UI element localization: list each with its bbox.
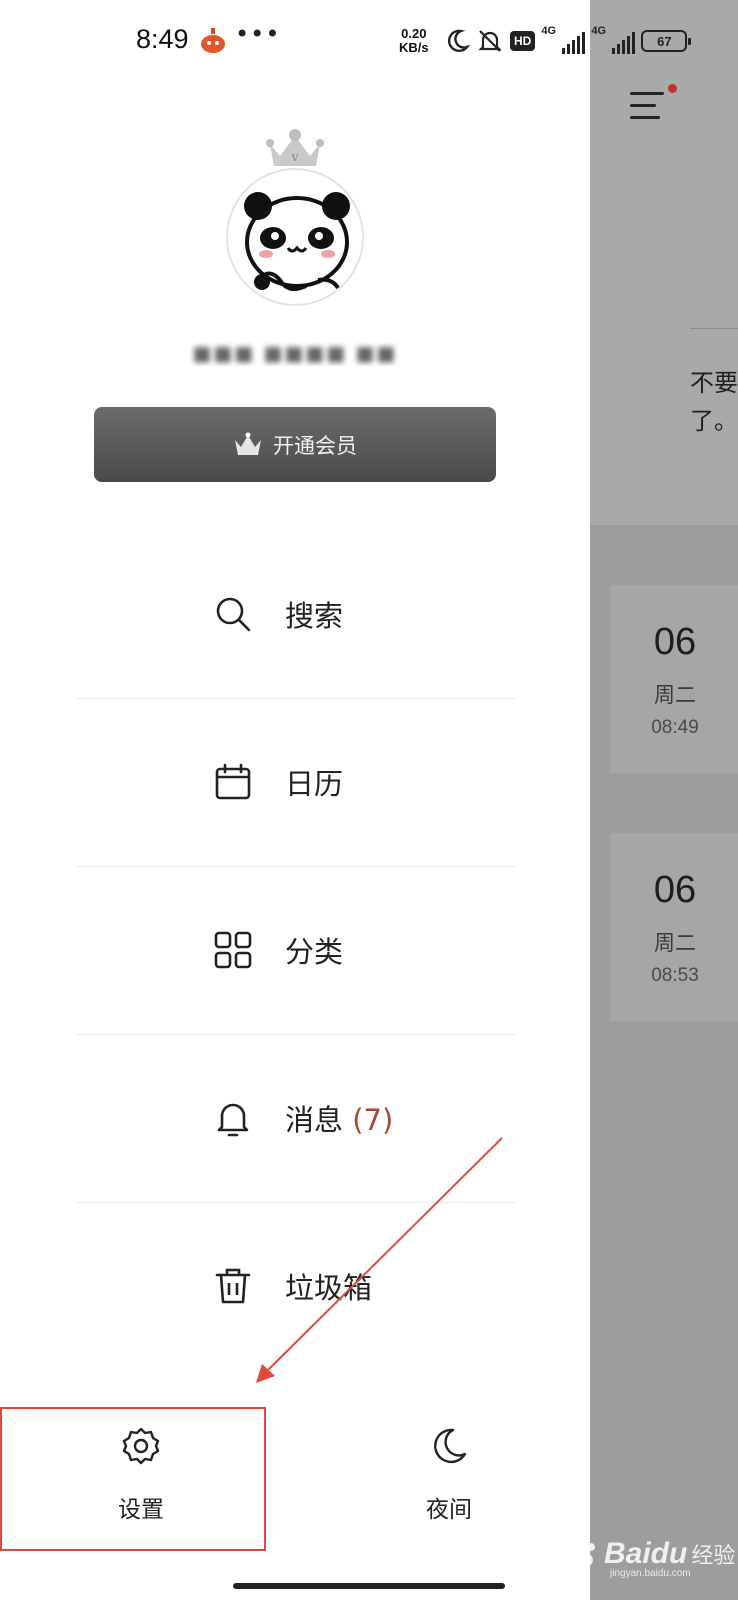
moon-icon [434,1428,467,1464]
menu-item-calendar[interactable]: 日历 [76,698,516,866]
menu-item-category[interactable]: 分类 [76,866,516,1034]
more-notifications-icon: ••• [235,20,281,48]
menu-item-trash[interactable]: 垃圾箱 [76,1202,516,1370]
panda-avatar-icon [244,192,350,291]
menu-item-label: 消息 (7) [285,1097,393,1139]
night-mode-label: 夜间 [426,1497,472,1523]
menu-item-label: 垃圾箱 [285,1271,373,1305]
notification-dot [668,84,677,93]
menu-icon[interactable] [630,88,670,128]
network-speed-unit: KB/s [399,40,429,55]
menu-item-label: 日历 [285,767,344,801]
trash-icon [215,1268,251,1304]
open-vip-label: 开通会员 [273,433,357,458]
calendar-icon [215,763,251,800]
watermark: Baidu 经验 jingyan.baidu.com [566,1534,736,1579]
paw-logo-icon [571,1539,595,1568]
messages-count-badge: (7) [352,1103,394,1137]
note-date-card[interactable]: 06 周二 08:49 [610,585,738,773]
menu-item-label: 分类 [285,935,344,969]
settings-button[interactable]: 设置 [61,1410,221,1523]
side-drawer: 8:49 ••• 0.20 KB/s HD 4G 4G 67 V ■■■ ■■■… [0,0,692,1600]
username: ■■■ ■■■■ ■■ [186,340,404,366]
battery-icon: 67 [641,30,692,52]
note-snippet-line: 了。 [690,407,738,435]
hd-badge: HD [510,31,536,51]
crown-icon: V [266,129,324,166]
vip-crown-icon [235,432,261,455]
status-time: 8:49 [136,24,189,54]
search-icon [216,597,251,632]
watermark-url: jingyan.baidu.com [610,1568,691,1579]
note-date-card[interactable]: 06 周二 08:53 [610,833,738,1021]
note-time: 08:53 [651,965,699,986]
status-bar: 8:49 ••• 0.20 KB/s HD 4G 4G 67 [0,0,692,80]
settings-label: 设置 [118,1497,164,1523]
avatar[interactable] [226,168,364,306]
menu-item-messages[interactable]: 消息 (7) [76,1034,516,1202]
signal-icon: 4G [591,25,636,54]
note-day: 06 [653,621,697,663]
watermark-suffix: 经验 [691,1543,736,1568]
watermark-brand: Baidu [604,1537,688,1570]
note-snippet-line: 不要 [690,369,738,397]
gear-icon [122,1427,160,1465]
menu-item-search[interactable]: 搜索 [76,530,516,698]
status-icons: HD 4G 4G 67 [444,25,692,56]
note-time: 08:49 [651,717,699,738]
note-day: 06 [653,869,697,911]
background-header-band [590,0,738,525]
username-text: ■■■ ■■■■ ■■ [192,341,398,365]
network-speed-value: 0.20 [401,26,427,41]
messages-label: 消息 [285,1103,344,1137]
note-weekday: 周二 [654,931,696,955]
open-vip-button[interactable]: 开通会员 [94,407,496,482]
background-divider [690,328,738,329]
svg-text:V: V [291,154,299,164]
night-mode-button[interactable]: 夜间 [369,1410,529,1523]
bell-icon [217,1103,249,1137]
note-snippet[interactable]: 不要 了。 [690,364,738,440]
background-note-list[interactable]: 不要 了。 06 周二 08:49 06 周二 08:53 [590,0,738,1600]
app-notification-icon [201,28,225,53]
menu-item-label: 搜索 [285,599,344,633]
network-speed: 0.20 KB/s [399,27,429,55]
battery-level: 67 [657,33,672,49]
grid-icon [214,931,252,969]
signal-icon: 4G [541,25,586,54]
signal-label: 4G [541,25,557,37]
signal-label: 4G [591,25,607,37]
note-weekday: 周二 [654,683,696,707]
mute-bell-icon [478,30,502,52]
moon-icon [447,29,470,52]
home-indicator[interactable] [233,1583,505,1589]
